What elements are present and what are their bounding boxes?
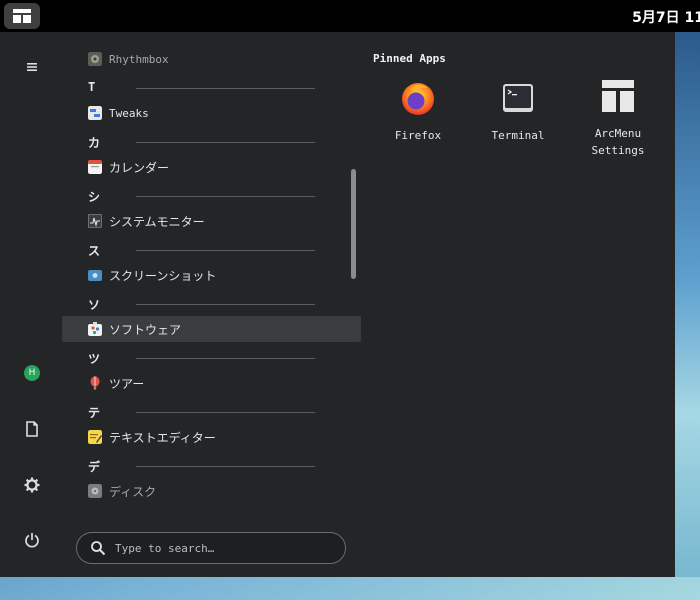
section-letter: ス (88, 244, 101, 258)
pinned-app-terminal[interactable]: Terminal (478, 80, 558, 144)
terminal-icon (503, 84, 533, 112)
app-label: Tweaks (109, 106, 149, 120)
arcmenu-settings-icon (602, 80, 634, 112)
user-avatar-button[interactable]: H (17, 358, 47, 388)
app-item-tour[interactable]: ツアー (62, 370, 361, 396)
tweaks-icon (88, 106, 102, 120)
desktop-wallpaper (675, 32, 700, 577)
gear-icon (24, 477, 40, 493)
calendar-icon (88, 160, 102, 174)
system-monitor-icon (88, 214, 102, 228)
app-label: ディスク (109, 484, 157, 499)
avatar: H (24, 365, 40, 381)
categories-button[interactable] (17, 52, 47, 82)
software-icon (88, 322, 102, 336)
clock[interactable]: 5月7日 11 (632, 7, 700, 27)
divider (136, 358, 315, 359)
activities-button[interactable] (4, 3, 40, 29)
section-letter: カ (88, 136, 101, 150)
app-label: テキストエディター (109, 430, 216, 445)
section-letter: ソ (88, 298, 101, 312)
divider (136, 142, 315, 143)
disks-icon (88, 484, 102, 498)
screenshot-icon (88, 270, 102, 281)
document-icon (26, 421, 38, 437)
pinned-apps-title: Pinned Apps (373, 52, 446, 65)
section-letter: デ (88, 460, 101, 474)
divider (136, 250, 315, 251)
pinned-app-label: Firefox (394, 129, 442, 142)
search-box[interactable] (76, 532, 346, 564)
app-item-calendar[interactable]: カレンダー (62, 154, 361, 180)
hamburger-icon (27, 63, 37, 71)
app-label: ツアー (109, 376, 145, 391)
power-icon (25, 533, 39, 548)
rhythmbox-icon (88, 52, 102, 66)
section-letter: ツ (88, 352, 101, 366)
settings-button[interactable] (17, 470, 47, 500)
divider (136, 304, 315, 305)
app-label: ソフトウェア (109, 322, 182, 337)
section-letter: シ (88, 190, 101, 204)
app-item-software[interactable]: ソフトウェア (62, 316, 361, 342)
divider (136, 466, 315, 467)
app-item-screenshot[interactable]: スクリーンショット (62, 262, 361, 288)
divider (136, 196, 315, 197)
tour-icon (90, 376, 100, 390)
firefox-icon (402, 83, 434, 115)
power-button[interactable] (17, 525, 47, 555)
app-label: スクリーンショット (109, 268, 217, 283)
section-letter: テ (88, 406, 101, 420)
section-letter: T (88, 80, 96, 94)
menu-sidebar: H (0, 32, 62, 577)
search-input[interactable] (113, 540, 337, 556)
app-list-scrollbar[interactable] (351, 169, 356, 279)
pinned-app-firefox[interactable]: Firefox (378, 80, 458, 144)
app-item-system-monitor[interactable]: システムモニター (62, 208, 361, 234)
app-item-rhythmbox[interactable]: Rhythmbox (62, 46, 361, 72)
app-item-disks[interactable]: ディスク (62, 478, 361, 504)
arc-menu: H Rhythmbox T Tweaks カ カレンダー シ システムモニター … (0, 32, 675, 577)
app-label: カレンダー (109, 160, 170, 175)
divider (136, 88, 315, 89)
divider (136, 412, 315, 413)
pinned-app-arcmenu-settings[interactable]: ArcMenu Settings (578, 78, 658, 159)
app-label: Rhythmbox (109, 52, 169, 66)
app-label: システムモニター (109, 214, 205, 229)
app-item-text-editor[interactable]: テキストエディター (62, 424, 361, 450)
search-icon (91, 541, 106, 556)
top-bar: 5月7日 11 (0, 0, 700, 32)
pinned-app-label: ArcMenu Settings (591, 127, 645, 157)
documents-button[interactable] (17, 414, 47, 444)
arcmenu-icon (13, 9, 31, 23)
text-editor-icon (88, 430, 102, 444)
pinned-app-label: Terminal (491, 129, 545, 142)
app-item-tweaks[interactable]: Tweaks (62, 100, 361, 126)
